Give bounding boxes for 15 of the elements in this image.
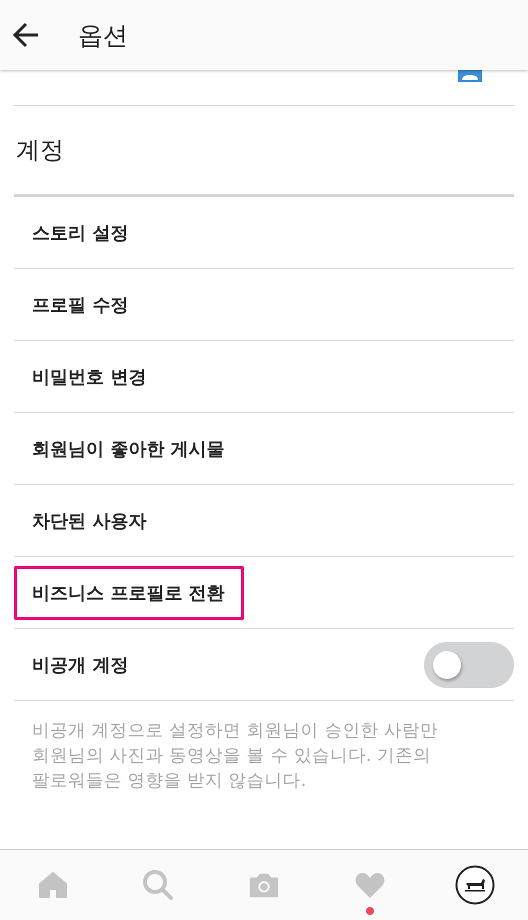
back-icon[interactable] [12, 21, 40, 49]
highlighted-label[interactable]: 비즈니스 프로필로 전환 [14, 566, 244, 620]
section-title: 계정 [16, 135, 64, 166]
settings-item[interactable]: 비밀번호 변경 [32, 364, 146, 388]
settings-item[interactable]: 차단된 사용자 [32, 508, 146, 532]
settings-item[interactable]: 회원님이 좋아한 게시물 [32, 436, 225, 460]
page-title: 옵션 [78, 20, 128, 52]
settings-item[interactable]: 프로필 수정 [32, 292, 128, 316]
search-icon[interactable] [142, 869, 174, 901]
home-icon[interactable] [36, 869, 69, 901]
settings-item[interactable]: 스토리 설정 [32, 220, 128, 244]
private-account-note: 비공개 계정으로 설정하면 회원님이 승인한 사람만 회원님의 사진과 동영상을 볼 수 있습니다. 기존의 팔로워들은 영향을 받지 않습니다. [32, 720, 439, 793]
toggle-switch[interactable] [424, 642, 514, 688]
avatar-icon[interactable] [455, 865, 496, 905]
setting-label: 비공개 계정 [32, 654, 128, 676]
